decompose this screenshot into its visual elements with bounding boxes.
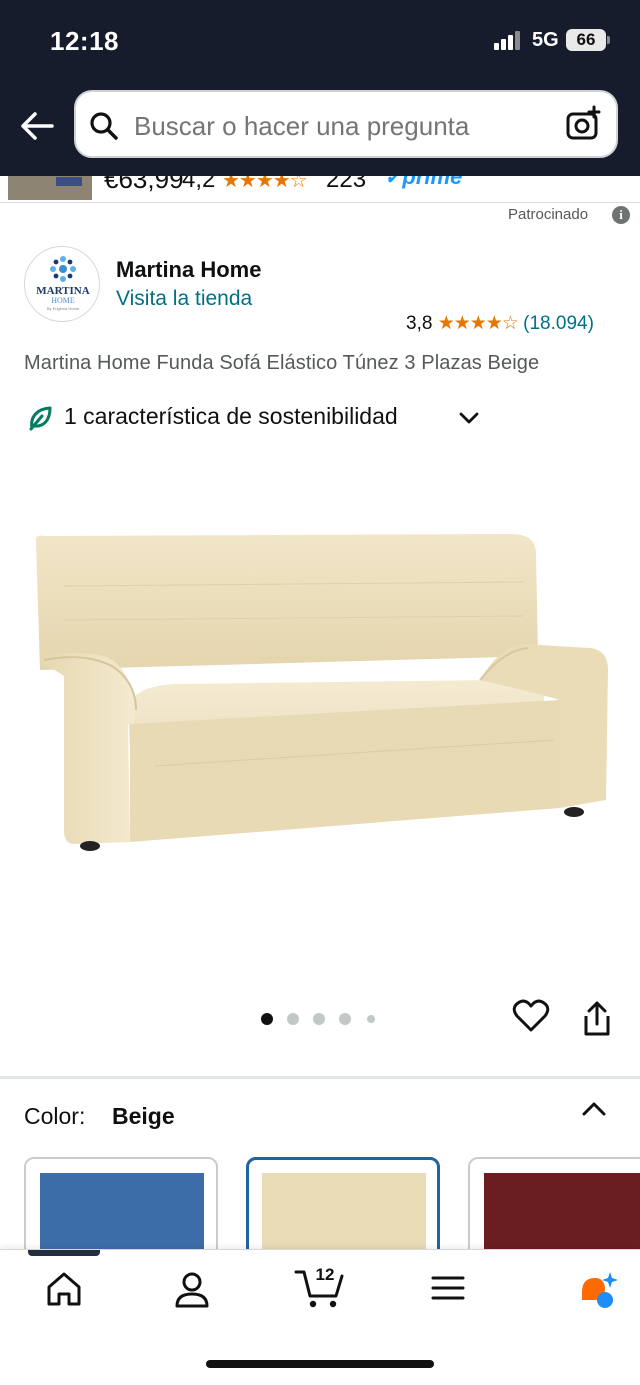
brand-logo-sub: HOME: [51, 296, 75, 305]
rating-row[interactable]: 3,8 ★★★★☆ (18.094): [406, 312, 594, 335]
brand-logo-tag: By Eugenia Home: [46, 306, 80, 311]
previous-product-strip[interactable]: €63,99 4,2 ★★★★☆ 223 ✓prime: [0, 176, 640, 203]
nav-active-indicator: [28, 1250, 100, 1256]
home-indicator: [206, 1360, 434, 1368]
visit-store-link[interactable]: Visita la tienda: [116, 287, 252, 311]
rating-count[interactable]: (18.094): [523, 313, 594, 334]
brand-logo[interactable]: MARTINA HOME By Eugenia Home: [24, 246, 100, 322]
battery-tip: [607, 36, 610, 44]
carousel-dot-5[interactable]: [367, 1015, 375, 1023]
battery-level: 66: [576, 30, 596, 49]
prime-badge: ✓prime: [384, 176, 463, 189]
color-value: Beige: [112, 1103, 175, 1129]
network-label: 5G: [532, 29, 559, 51]
info-icon[interactable]: i: [612, 206, 630, 224]
heart-icon[interactable]: [512, 998, 550, 1034]
chevron-up-icon[interactable]: [580, 1098, 608, 1120]
product-image[interactable]: [24, 470, 616, 870]
rating-value: 3,8: [406, 313, 433, 334]
chevron-down-icon[interactable]: [458, 408, 480, 428]
camera-icon[interactable]: [564, 104, 604, 144]
share-icon[interactable]: [580, 1000, 614, 1038]
brand-logo-mark: [50, 256, 76, 282]
search-icon: [90, 112, 118, 140]
sponsored-label: Patrocinado: [508, 206, 589, 223]
menu-icon[interactable]: [430, 1274, 466, 1302]
search-input[interactable]: [134, 111, 544, 142]
sustainability-feature[interactable]: 1 característica de sostenibilidad: [64, 403, 398, 430]
previous-product-price: €63,99: [104, 176, 184, 194]
back-arrow-icon[interactable]: [18, 108, 58, 144]
previous-product-stars: ★★★★☆: [222, 176, 308, 192]
previous-product-label: [56, 177, 82, 186]
cart-count: 12: [315, 1265, 335, 1284]
product-title[interactable]: Martina Home Funda Sofá Elástico Túnez 3…: [24, 352, 539, 375]
battery-icon: 66: [566, 29, 606, 51]
carousel-dot-3[interactable]: [313, 1013, 325, 1025]
rating-stars: ★★★★☆: [437, 313, 519, 334]
section-divider: [0, 1076, 640, 1079]
brand-name: Martina Home: [116, 257, 262, 282]
previous-product-reviews: 223: [326, 176, 367, 193]
carousel-dot-1[interactable]: [261, 1013, 273, 1025]
signal-icon: [494, 31, 520, 50]
leaf-icon: [29, 406, 52, 431]
previous-product-rating: 4,2: [182, 176, 216, 193]
assistant-icon[interactable]: [578, 1270, 622, 1310]
status-time: 12:18: [50, 26, 119, 56]
carousel-dot-4[interactable]: [339, 1013, 351, 1025]
home-icon[interactable]: [44, 1270, 84, 1308]
carousel-dot-2[interactable]: [287, 1013, 299, 1025]
user-icon[interactable]: [172, 1270, 212, 1310]
color-label: Color:: [24, 1103, 86, 1129]
